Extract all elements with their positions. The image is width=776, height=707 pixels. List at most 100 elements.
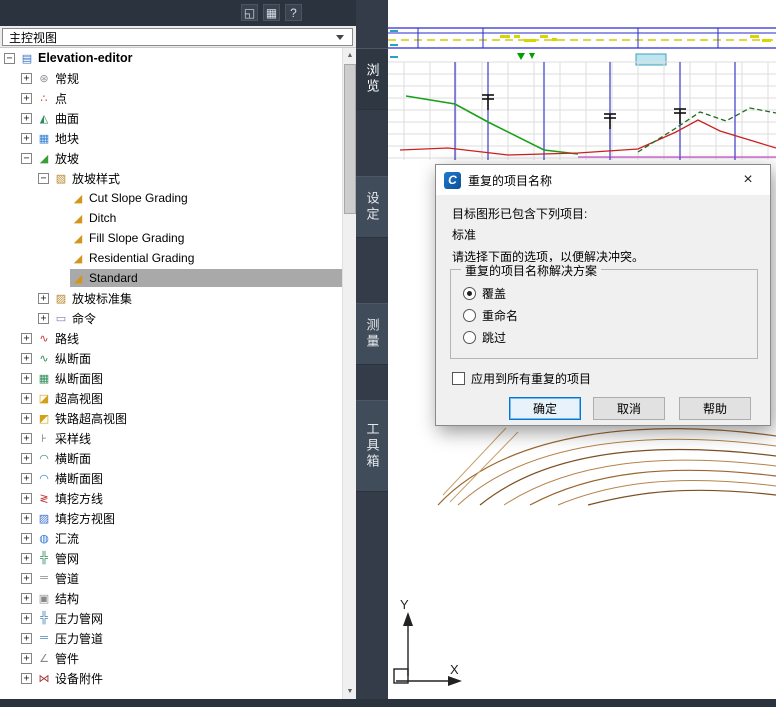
expand-toggle-icon[interactable]: + <box>21 392 32 404</box>
tree-item-grading[interactable]: − ◢ 放坡 <box>0 148 342 168</box>
tree-scrollbar[interactable]: ▲ ▼ <box>342 48 357 699</box>
ucs-x-label: X <box>450 662 459 677</box>
tab-prospector[interactable]: 浏览 <box>356 48 388 110</box>
expand-toggle-icon[interactable]: + <box>21 572 32 584</box>
tab-toolbox[interactable]: 工具箱 <box>356 400 388 492</box>
cyan-annotation-marks <box>390 30 398 58</box>
tree-item-grading-criteria-sets[interactable]: + ▨ 放坡标准集 <box>0 288 342 308</box>
drawing-icon: ▤ <box>21 52 33 65</box>
expand-toggle-icon[interactable]: + <box>21 412 32 424</box>
tree-item-label: 横断面 <box>55 451 92 466</box>
expand-toggle-icon[interactable]: + <box>21 372 32 384</box>
tree-item-standard[interactable]: ◢ Standard <box>0 268 342 288</box>
tree-item-residential-grading[interactable]: ◢ Residential Grading <box>0 248 342 268</box>
fitting-icon: ∠ <box>39 652 49 665</box>
close-icon[interactable]: × <box>734 169 762 191</box>
collapse-toggle-icon[interactable]: − <box>38 172 49 184</box>
cancel-button[interactable]: 取消 <box>593 397 665 420</box>
expand-toggle-icon[interactable]: + <box>21 632 32 644</box>
expand-toggle-icon[interactable]: + <box>21 652 32 664</box>
radio-button-icon[interactable] <box>463 308 476 322</box>
tree-item-ditch[interactable]: ◢ Ditch <box>0 208 342 228</box>
dialog-titlebar[interactable]: C 重复的项目名称 × <box>436 165 770 195</box>
tree-item-catchments[interactable]: + ◍ 汇流 <box>0 528 342 548</box>
radio-option-overwrite[interactable]: 覆盖 <box>463 282 518 304</box>
tree-item-profile-views[interactable]: + ▦ 纵断面图 <box>0 368 342 388</box>
radio-button-icon[interactable] <box>463 330 476 344</box>
tree-item-content: ▣ 结构 <box>36 589 342 607</box>
expand-toggle-icon[interactable]: + <box>21 612 32 624</box>
panel-grid-icon[interactable]: ▦ <box>263 4 280 21</box>
tree-item-label: 纵断面 <box>55 351 92 366</box>
tree-item-fill-slope-grading[interactable]: ◢ Fill Slope Grading <box>0 228 342 248</box>
radio-option-skip[interactable]: 跳过 <box>463 326 518 348</box>
tree-item-cut-slope-grading[interactable]: ◢ Cut Slope Grading <box>0 188 342 208</box>
dock-panel-icon[interactable]: ◱ <box>241 4 258 21</box>
tree-item-profiles[interactable]: + ∿ 纵断面 <box>0 348 342 368</box>
tree-item-quantity-lines[interactable]: + ≷ 填挖方线 <box>0 488 342 508</box>
tree-item-surfaces[interactable]: + ◭ 曲面 <box>0 108 342 128</box>
expand-toggle-icon[interactable]: + <box>21 432 32 444</box>
expand-toggle-icon[interactable]: + <box>21 332 32 344</box>
view-selector-dropdown[interactable]: 主控视图 <box>2 28 353 46</box>
tree-item-fittings[interactable]: + ∠ 管件 <box>0 648 342 668</box>
dialog-title: 重复的项目名称 <box>468 173 553 188</box>
expand-toggle-icon[interactable]: + <box>38 292 49 304</box>
radio-button-icon[interactable] <box>463 286 476 300</box>
scroll-up-icon[interactable]: ▲ <box>343 48 357 63</box>
tree-item-alignments[interactable]: + ∿ 路线 <box>0 328 342 348</box>
tree-item-quantity-views[interactable]: + ▨ 填挖方视图 <box>0 508 342 528</box>
tree-item-label: 管道 <box>55 571 80 586</box>
tree-item-label: 点 <box>55 91 68 106</box>
expand-toggle-icon[interactable]: + <box>21 132 32 144</box>
expand-toggle-icon[interactable]: + <box>38 312 49 324</box>
tree-item-superelevation-views[interactable]: + ◪ 超高视图 <box>0 388 342 408</box>
expand-toggle-icon[interactable]: + <box>21 532 32 544</box>
tree-item-structures[interactable]: + ▣ 结构 <box>0 588 342 608</box>
tree-item-label: 超高视图 <box>55 391 104 406</box>
expand-toggle-icon[interactable]: + <box>21 92 32 104</box>
expand-toggle-icon[interactable]: + <box>21 552 32 564</box>
expand-toggle-icon[interactable]: + <box>21 492 32 504</box>
tab-survey[interactable]: 测量 <box>356 303 388 365</box>
tree-item-general[interactable]: + ⊛ 常规 <box>0 68 342 88</box>
scroll-down-icon[interactable]: ▼ <box>343 684 357 699</box>
apply-all-row[interactable]: 应用到所有重复的项目 <box>452 370 591 387</box>
tree-item-pressure-pipes[interactable]: + ═ 压力管道 <box>0 628 342 648</box>
expand-toggle-icon[interactable]: + <box>21 512 32 524</box>
tree-item-rail-superelevation-views[interactable]: + ◩ 铁路超高视图 <box>0 408 342 428</box>
alignment-icon: ∿ <box>39 332 49 345</box>
expand-toggle-icon[interactable]: + <box>21 112 32 124</box>
scrollbar-thumb[interactable] <box>344 64 356 214</box>
tree-item-commands[interactable]: + ▭ 命令 <box>0 308 342 328</box>
tree-item-points[interactable]: + ∴ 点 <box>0 88 342 108</box>
tree-item-section-views[interactable]: + ◠ 横断面图 <box>0 468 342 488</box>
ok-button[interactable]: 确定 <box>509 397 581 420</box>
tree-item-pipe-networks[interactable]: + ╬ 管网 <box>0 548 342 568</box>
radio-option-rename[interactable]: 重命名 <box>463 304 518 326</box>
apply-all-checkbox[interactable] <box>452 372 465 385</box>
tree-item-label: 填挖方线 <box>55 491 104 506</box>
help-icon[interactable]: ? <box>285 4 302 21</box>
tree-item-appurtenances[interactable]: + ⋈ 设备附件 <box>0 668 342 688</box>
help-button[interactable]: 帮助 <box>679 397 751 420</box>
tree-item-elevation-editor[interactable]: − ▤ Elevation-editor <box>0 48 342 68</box>
tab-settings[interactable]: 设定 <box>356 176 388 238</box>
expand-toggle-icon[interactable]: + <box>21 452 32 464</box>
expand-toggle-icon[interactable]: + <box>21 352 32 364</box>
duplicate-item-name: 标准 <box>452 228 477 242</box>
tree-item-pipes[interactable]: + ═ 管道 <box>0 568 342 588</box>
expand-toggle-icon[interactable]: + <box>21 672 32 684</box>
tree-item-sample-lines[interactable]: + ⊦ 采样线 <box>0 428 342 448</box>
collapse-toggle-icon[interactable]: − <box>21 152 32 164</box>
expand-toggle-icon[interactable]: + <box>21 472 32 484</box>
tree-item-pressure-networks[interactable]: + ╬ 压力管网 <box>0 608 342 628</box>
collapse-toggle-icon[interactable]: − <box>4 52 15 64</box>
tree-item-parcels[interactable]: + ▦ 地块 <box>0 128 342 148</box>
expand-toggle-icon[interactable]: + <box>21 72 32 84</box>
tree-item-label: 压力管道 <box>55 631 104 646</box>
expand-toggle-icon[interactable]: + <box>21 592 32 604</box>
tree-item-grading-styles[interactable]: − ▧ 放坡样式 <box>0 168 342 188</box>
tree-item-sections[interactable]: + ◠ 横断面 <box>0 448 342 468</box>
tree-item-content: ∴ 点 <box>36 89 342 107</box>
